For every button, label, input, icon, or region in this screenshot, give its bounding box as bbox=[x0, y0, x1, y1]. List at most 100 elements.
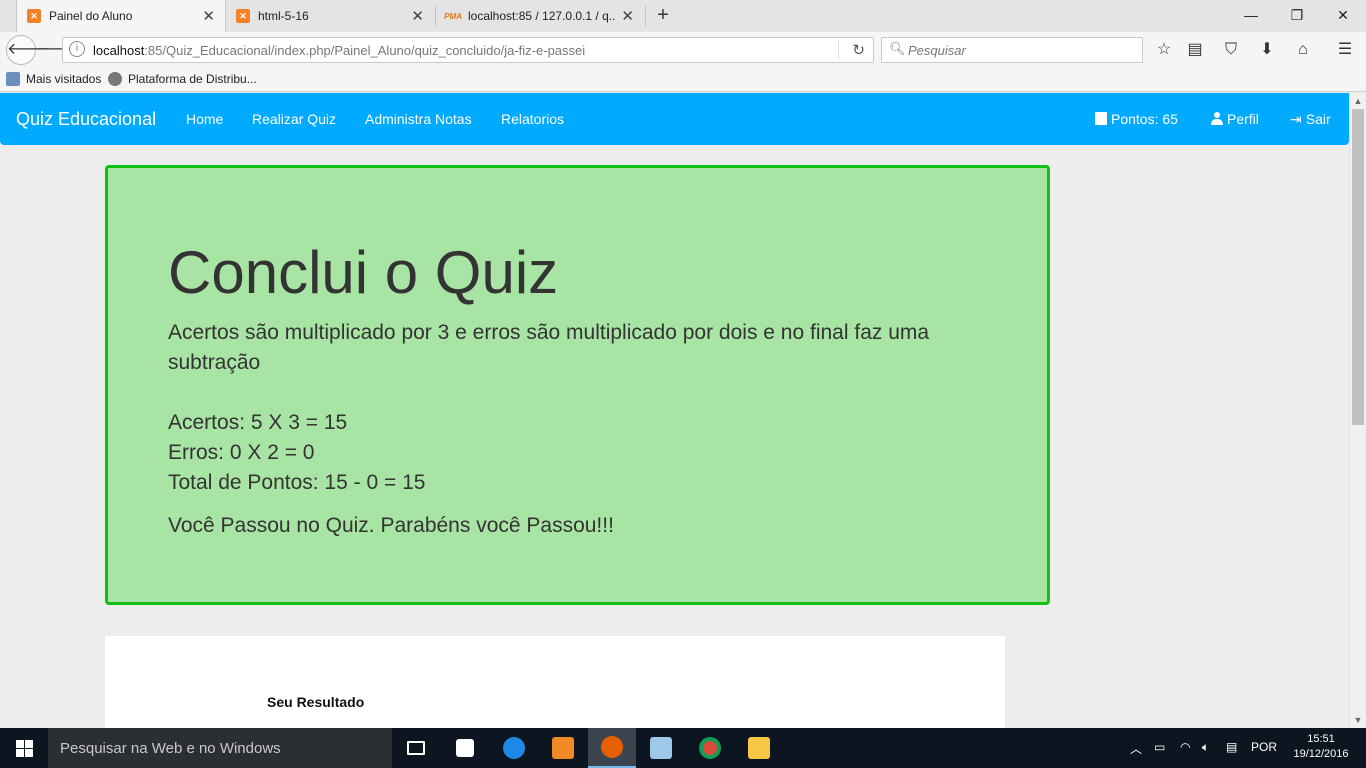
file-explorer-icon bbox=[748, 737, 770, 759]
store-button[interactable] bbox=[441, 728, 489, 768]
notifications-icon[interactable]: ▤ bbox=[1226, 740, 1237, 754]
nav-administra-notas[interactable]: Administra Notas bbox=[365, 111, 472, 127]
media-player-button[interactable] bbox=[539, 728, 587, 768]
language-indicator[interactable]: POR bbox=[1251, 740, 1277, 754]
tab-title: Painel do Aluno bbox=[49, 9, 133, 23]
home-icon[interactable]: ⌂ bbox=[1291, 38, 1315, 62]
scroll-up-icon[interactable]: ▲ bbox=[1350, 93, 1366, 109]
address-bar[interactable]: i localhost:85/Quiz_Educacional/index.ph… bbox=[62, 37, 874, 63]
taskbar-search-placeholder: Pesquisar na Web e no Windows bbox=[60, 740, 281, 757]
taskbar-search[interactable]: Pesquisar na Web e no Windows bbox=[48, 728, 392, 768]
browser-tab-phpmyadmin[interactable]: PMA localhost:85 / 127.0.0.1 / q... ✕ bbox=[436, 0, 644, 32]
correct-answers-line: Acertos: 5 X 3 = 15 bbox=[168, 411, 348, 434]
browser-tab-painel-do-aluno[interactable]: ✕ Painel do Aluno ✕ bbox=[16, 0, 226, 32]
back-button[interactable]: 🡐 bbox=[6, 35, 50, 65]
box-icon bbox=[650, 737, 672, 759]
logout-label: Sair bbox=[1305, 111, 1331, 127]
edge-button[interactable] bbox=[490, 728, 538, 768]
task-view-button[interactable] bbox=[392, 728, 440, 768]
battery-icon[interactable]: ▭ bbox=[1154, 740, 1165, 754]
browser-tab-strip: ✕ Painel do Aluno ✕ ✕ html-5-16 ✕ PMA lo… bbox=[0, 0, 1366, 32]
chrome-icon bbox=[699, 737, 721, 759]
new-tab-button[interactable]: + bbox=[652, 4, 674, 26]
store-icon bbox=[456, 739, 474, 757]
windows-taskbar: Pesquisar na Web e no Windows ︿ ▭ ◠ 🔈︎ ▤… bbox=[0, 728, 1366, 768]
bookmark-mais-visitados[interactable]: Mais visitados bbox=[6, 72, 101, 86]
close-tab-icon[interactable]: ✕ bbox=[411, 7, 424, 25]
search-placeholder: Pesquisar bbox=[908, 43, 966, 58]
folder-icon bbox=[6, 72, 20, 86]
nav-perfil[interactable]: Perfil bbox=[1211, 111, 1259, 127]
bookmark-label: Plataforma de Distribu... bbox=[128, 72, 257, 86]
clock-date: 19/12/2016 bbox=[1293, 748, 1349, 760]
brand-link[interactable]: Quiz Educacional bbox=[16, 109, 156, 130]
nav-pontos[interactable]: Pontos: 65 bbox=[1095, 111, 1178, 127]
site-info-icon[interactable]: i bbox=[69, 41, 85, 57]
scrollbar-thumb[interactable] bbox=[1352, 109, 1364, 425]
bookmark-plataforma[interactable]: Plataforma de Distribu... bbox=[108, 72, 257, 86]
reload-icon[interactable]: ↻ bbox=[852, 41, 865, 59]
clock-time: 15:51 bbox=[1307, 733, 1335, 745]
tray-chevron-icon[interactable]: ︿ bbox=[1130, 740, 1142, 757]
close-tab-icon[interactable]: ✕ bbox=[621, 7, 634, 25]
reading-list-icon[interactable]: ▤ bbox=[1183, 38, 1207, 62]
volume-icon[interactable]: 🔈︎ bbox=[1202, 740, 1209, 755]
logout-icon: ⇥ bbox=[1290, 111, 1302, 127]
firefox-icon bbox=[601, 736, 623, 758]
close-tab-icon[interactable]: ✕ bbox=[202, 7, 215, 25]
windows-logo-icon bbox=[25, 740, 33, 748]
url-path: :85/Quiz_Educacional/index.php/Painel_Al… bbox=[144, 43, 586, 58]
nav-sair[interactable]: ⇥ Sair bbox=[1290, 111, 1331, 128]
xampp-icon: ✕ bbox=[27, 9, 41, 23]
user-icon bbox=[1211, 112, 1223, 125]
page-viewport: Quiz Educacional Home Realizar Quiz Admi… bbox=[0, 93, 1349, 728]
book-icon bbox=[1095, 112, 1107, 125]
tab-title: localhost:85 / 127.0.0.1 / q... bbox=[468, 9, 616, 23]
browser-tab-html-5-16[interactable]: ✕ html-5-16 ✕ bbox=[226, 0, 434, 32]
start-button[interactable] bbox=[0, 728, 48, 768]
bookmarks-bar: Mais visitados Plataforma de Distribu... bbox=[0, 68, 1366, 92]
scoring-rule: Acertos são multiplicado por 3 e erros s… bbox=[168, 321, 930, 374]
nav-realizar-quiz[interactable]: Realizar Quiz bbox=[252, 111, 336, 127]
edge-icon bbox=[503, 737, 525, 759]
globe-icon bbox=[108, 72, 122, 86]
nav-relatorios[interactable]: Relatorios bbox=[501, 111, 564, 127]
address-url[interactable]: localhost:85/Quiz_Educacional/index.php/… bbox=[93, 43, 585, 58]
search-bar[interactable]: 🔍︎ Pesquisar bbox=[881, 37, 1143, 63]
tab-title: html-5-16 bbox=[258, 9, 309, 23]
score-calculation: Acertos: 5 X 3 = 15 Erros: 0 X 2 = 0 Tot… bbox=[168, 408, 425, 498]
downloads-icon[interactable]: ⬇ bbox=[1255, 38, 1279, 62]
total-points-line: Total de Pontos: 15 - 0 = 15 bbox=[168, 471, 426, 494]
nav-home[interactable]: Home bbox=[186, 111, 223, 127]
address-separator bbox=[838, 41, 839, 59]
page-scrollbar[interactable]: ▲ ▼ bbox=[1349, 93, 1366, 728]
pass-message: Você Passou no Quiz. Parabéns você Passo… bbox=[168, 514, 614, 537]
box-app-button[interactable] bbox=[637, 728, 685, 768]
bookmark-star-icon[interactable]: ☆ bbox=[1152, 38, 1176, 62]
scroll-down-icon[interactable]: ▼ bbox=[1350, 712, 1366, 728]
system-clock[interactable]: 15:51 19/12/2016 bbox=[1290, 732, 1352, 762]
forward-button[interactable]: 🡒 bbox=[36, 38, 79, 62]
quiz-result-panel: Conclui o Quiz Acertos são multiplicado … bbox=[105, 165, 1050, 605]
close-window-button[interactable]: ✕ bbox=[1320, 0, 1366, 30]
firefox-button[interactable] bbox=[588, 728, 636, 768]
task-view-icon bbox=[407, 741, 425, 755]
url-host: localhost bbox=[93, 43, 145, 58]
phpmyadmin-icon: PMA bbox=[444, 11, 462, 21]
xampp-icon: ✕ bbox=[236, 9, 250, 23]
restore-button[interactable]: ❐ bbox=[1274, 0, 1320, 30]
result-card: Seu Resultado bbox=[105, 636, 1005, 728]
minimize-button[interactable]: — bbox=[1228, 0, 1274, 30]
chrome-button[interactable] bbox=[686, 728, 734, 768]
media-player-icon bbox=[552, 737, 574, 759]
windows-logo-icon bbox=[16, 749, 24, 757]
pocket-icon[interactable]: ⛉ bbox=[1219, 38, 1243, 62]
search-icon: 🔍︎ bbox=[889, 41, 906, 56]
tab-separator bbox=[645, 6, 646, 26]
wrong-answers-line: Erros: 0 X 2 = 0 bbox=[168, 441, 315, 464]
profile-label: Perfil bbox=[1227, 111, 1259, 127]
file-explorer-button[interactable] bbox=[735, 728, 783, 768]
wifi-icon[interactable]: ◠ bbox=[1180, 740, 1190, 754]
points-label: Pontos: 65 bbox=[1111, 111, 1178, 127]
menu-icon[interactable]: ☰ bbox=[1333, 38, 1357, 62]
